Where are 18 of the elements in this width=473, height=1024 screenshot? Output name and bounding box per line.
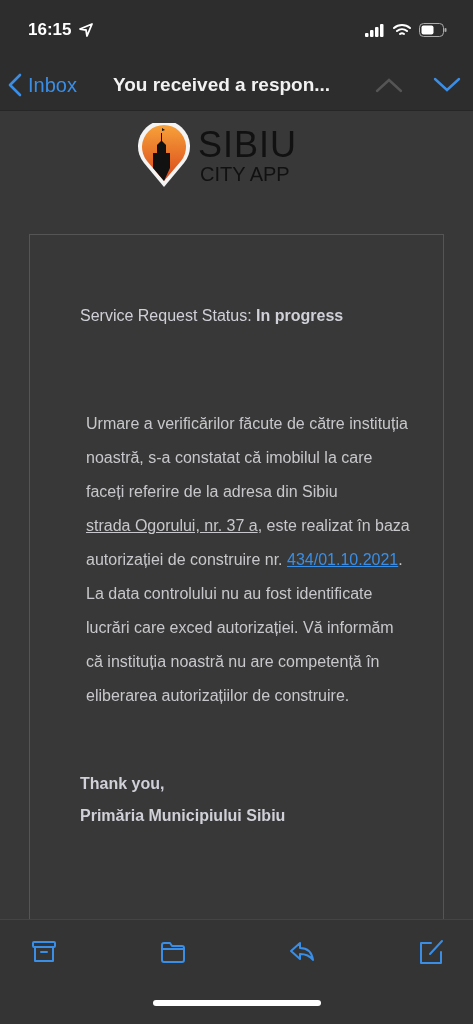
location-arrow-icon xyxy=(79,23,94,37)
next-message-button[interactable] xyxy=(433,77,461,93)
time: 16:15 xyxy=(28,20,72,40)
message-link[interactable]: 434/01.10.2021 xyxy=(287,551,399,568)
message-paragraph: Urmare a verificărilor făcute de către instituția noastră, s-a constatat că imobilul la care faceți referire de la adresa din Sibiu strada Ogorului, nr. 37 a, este realizat în baza autorizației de construire nr. 434/01.10.2021. La data controlului nu au fost identificate lucrări care exced autorizației. Vă informăm că instituția noastră nu are competență în eliberarea autorizațiilor de construire. xyxy=(86,414,411,706)
status-line: Service Request Status: In progress xyxy=(80,307,345,325)
back-button[interactable]: Inbox xyxy=(8,73,77,97)
compose-icon xyxy=(417,938,445,966)
closing-text: Thank you, xyxy=(80,775,166,793)
wifi-icon xyxy=(393,23,411,37)
map-pin-tower-icon xyxy=(136,123,192,189)
battery-icon xyxy=(419,23,447,37)
message-link[interactable]: strada Ogorului, nr. 37 a xyxy=(86,517,258,534)
signature-text: Primăria Municipiului Sibiu xyxy=(80,807,287,825)
signal-icon xyxy=(365,23,385,37)
email-subject: You received a respon... xyxy=(112,74,332,96)
chevron-left-icon xyxy=(8,73,22,97)
compose-button[interactable] xyxy=(417,938,445,966)
